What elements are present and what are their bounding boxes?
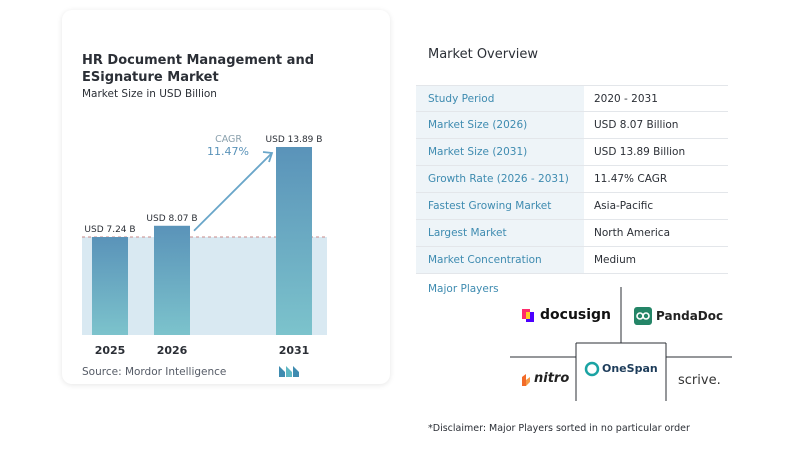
overview-row-label: Market Size (2026) [416, 112, 584, 138]
overview-row: Largest Market North America [416, 220, 728, 247]
cagr-arrow-line [193, 152, 273, 232]
cagr-label: CAGR [215, 134, 242, 145]
player-onespan: OneSpan [602, 362, 658, 375]
mordor-logo-icon [279, 366, 299, 377]
overview-row: Market Size (2026) USD 8.07 Billion [416, 112, 728, 139]
overview-row-value: 11.47% CAGR [594, 173, 668, 185]
overview-row: Study Period 2020 - 2031 [416, 85, 728, 112]
overview-row: Growth Rate (2026 - 2031) 11.47% CAGR [416, 166, 728, 193]
data-label: USD 8.07 B [146, 214, 197, 224]
overview-row-value: 2020 - 2031 [594, 92, 658, 105]
overview-row-value: USD 8.07 Billion [594, 119, 679, 131]
overview-table: Study Period 2020 - 2031 Market Size (2026… [416, 85, 728, 274]
overview-row-value: Asia-Pacific [594, 200, 654, 212]
source-text: Source: Mordor Intelligence [82, 366, 227, 378]
players-title: Major Players [428, 283, 499, 295]
overview-row-label: Fastest Growing Market [416, 193, 584, 219]
overview-row-label: Study Period [416, 86, 584, 111]
overview-row-label: Market Size (2031) [416, 139, 584, 165]
bar [92, 237, 128, 335]
onespan-logo-icon [584, 361, 600, 377]
overview-row-value: North America [594, 227, 671, 239]
data-label: USD 13.89 B [266, 135, 323, 145]
category-label: 2031 [279, 344, 310, 357]
overview-row-value: Medium [594, 254, 636, 266]
player-pandadoc: PandaDoc [656, 309, 724, 323]
cagr-value: 11.47% [207, 145, 249, 158]
players-grid: docusign PandaDoc nitro OneSpan scrive. [510, 287, 732, 401]
overview-row: Market Concentration Medium [416, 247, 728, 274]
data-label: USD 7.24 B [84, 225, 135, 235]
overview-row-label: Largest Market [416, 220, 584, 246]
overview-row-value: USD 13.89 Billion [594, 146, 686, 158]
bar-chart: USD 7.24 B 2025 USD 8.07 B 2026 USD 13.89 B 2… [82, 134, 327, 357]
overview-row: Market Size (2031) USD 13.89 Billion [416, 139, 728, 166]
docusign-logo-icon [522, 309, 534, 322]
category-label: 2025 [95, 344, 126, 357]
category-label: 2026 [157, 344, 188, 357]
chart-subtitle: Market Size in USD Billion [82, 88, 217, 100]
overview-row-label: Growth Rate (2026 - 2031) [416, 166, 584, 192]
chart-title: HR Document Management and ESignature Ma… [82, 53, 315, 85]
pandadoc-logo-icon [634, 307, 652, 325]
overview-row-label: Market Concentration [416, 247, 584, 273]
player-docusign: docusign [540, 307, 612, 323]
bar [154, 225, 190, 335]
bar [276, 147, 312, 335]
overview-title: Market Overview [428, 47, 539, 62]
nitro-logo-icon [522, 374, 530, 386]
player-nitro: nitro [534, 371, 570, 386]
disclaimer: *Disclaimer: Major Players sorted in no … [428, 423, 690, 434]
player-scrive: scrive. [678, 373, 721, 388]
overview-row: Fastest Growing Market Asia-Pacific [416, 193, 728, 220]
